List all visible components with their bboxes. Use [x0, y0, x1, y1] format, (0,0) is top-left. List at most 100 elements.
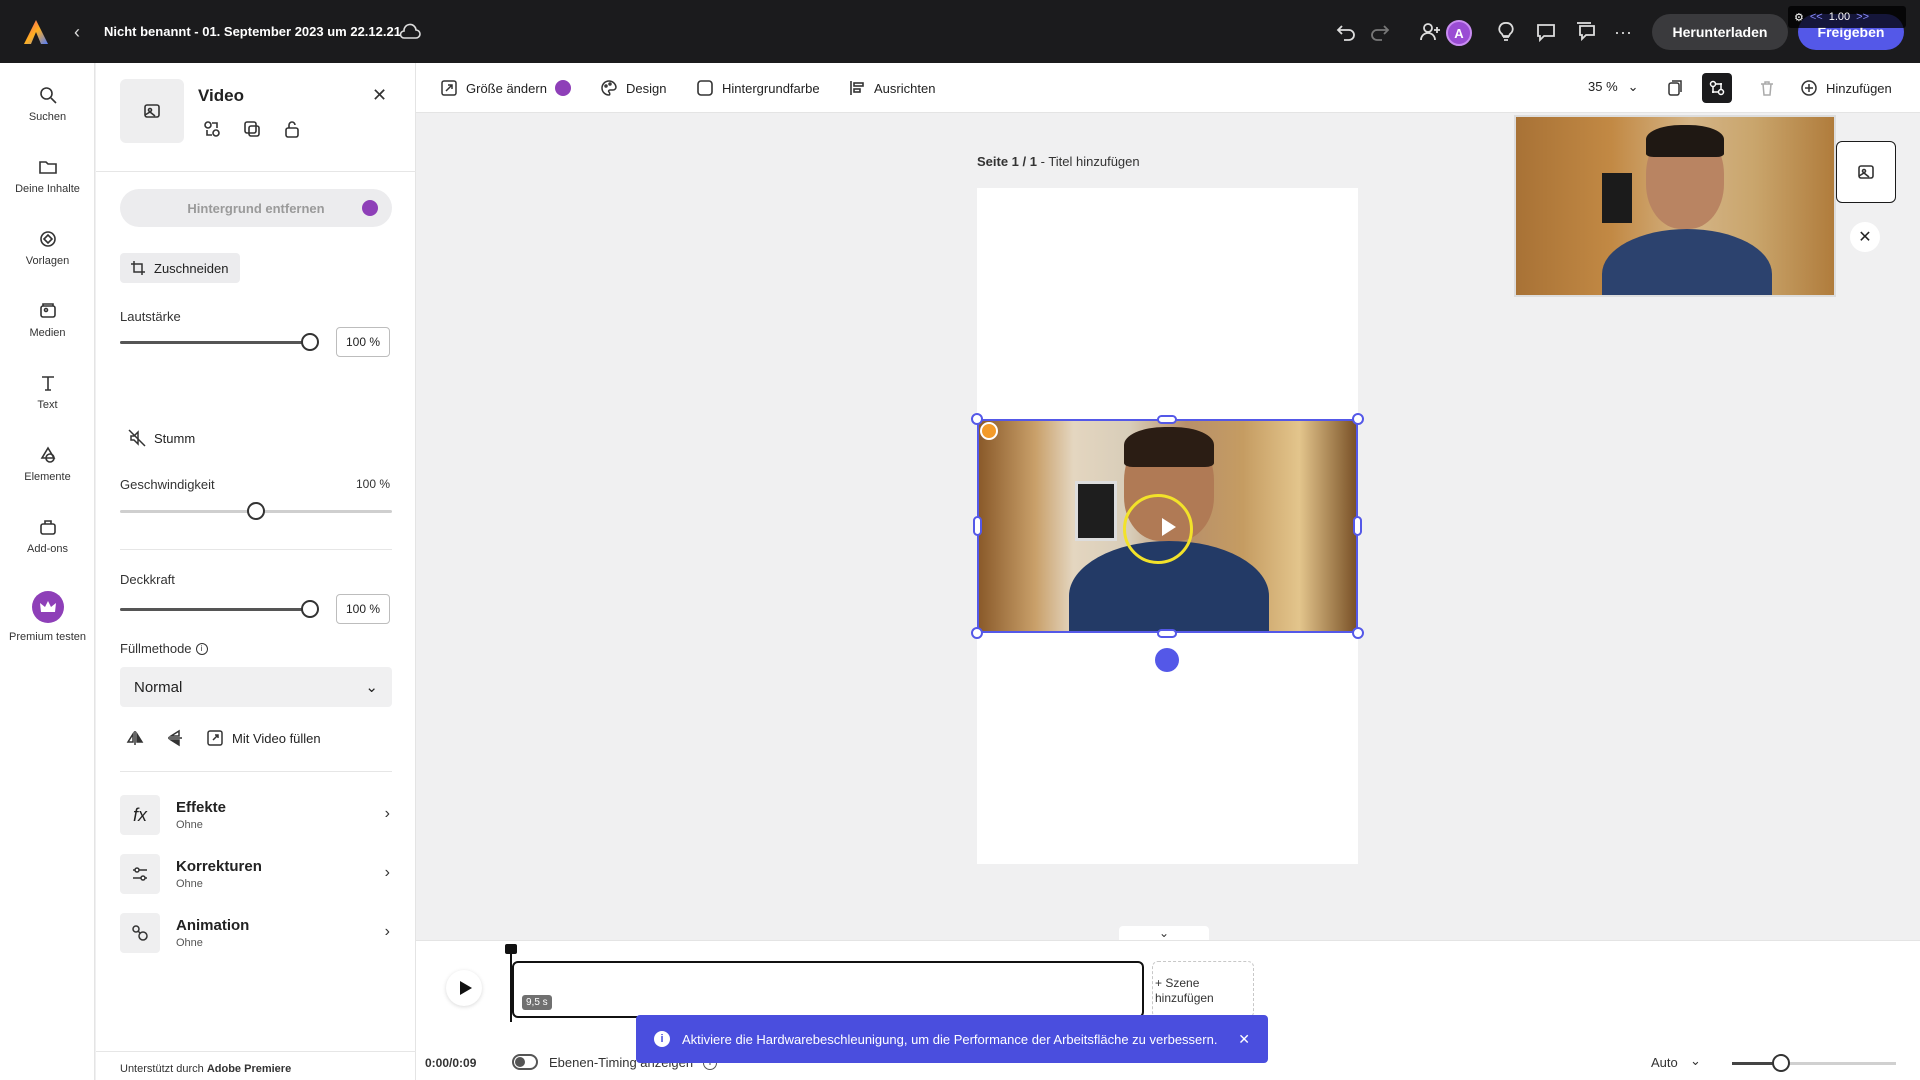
volume-slider[interactable] [120, 333, 319, 351]
avatar[interactable]: A [1446, 20, 1472, 46]
undo-icon[interactable] [1334, 20, 1358, 44]
volume-input[interactable]: 100 % [336, 327, 390, 357]
resize-handle-bottom[interactable] [1157, 629, 1177, 638]
invite-user-icon[interactable] [1418, 20, 1442, 44]
add-button[interactable]: Hinzufügen [1800, 79, 1892, 97]
speed-forward-button[interactable]: >> [1856, 11, 1869, 23]
rail-item-text[interactable]: Text [0, 373, 95, 411]
speed-back-button[interactable]: << [1810, 11, 1823, 23]
design-button[interactable]: Design [600, 79, 666, 97]
back-chevron-icon[interactable]: ‹ [74, 22, 80, 43]
time-readout: 0:00/0:09 [425, 1056, 477, 1070]
duplicate-icon[interactable] [242, 119, 262, 139]
rail-item-premium[interactable]: Premium testen [0, 591, 95, 643]
volume-slider-knob[interactable] [301, 333, 319, 351]
rail-item-media[interactable]: Medien [0, 301, 95, 339]
download-button[interactable]: Herunterladen [1652, 14, 1788, 50]
resize-handle-top-right[interactable] [1352, 413, 1364, 425]
replace-icon[interactable] [202, 119, 222, 139]
resize-handle-right[interactable] [1353, 516, 1362, 536]
fill-with-video-button[interactable]: Mit Video füllen [206, 729, 321, 747]
opacity-input[interactable]: 100 % [336, 594, 390, 624]
clip-duration-badge: 9,5 s [522, 995, 552, 1010]
search-icon [39, 87, 57, 104]
resize-handle-top[interactable] [1157, 415, 1177, 424]
resize-handle-left[interactable] [973, 516, 982, 536]
speed-value: 1.00 [1828, 11, 1851, 23]
trash-icon [1761, 81, 1773, 96]
document-title[interactable]: Nicht benannt - 01. September 2023 um 22… [104, 24, 401, 39]
playback-speed-overlay[interactable]: ⚙ << 1.00 >> [1788, 6, 1906, 28]
flip-horizontal-icon[interactable] [126, 729, 144, 747]
video-properties-panel: Video ✕ Hintergrund entfernen Zuschneide… [96, 63, 416, 1080]
add-title-link[interactable]: Titel hinzufügen [1048, 154, 1139, 169]
close-icon[interactable]: ✕ [1238, 1031, 1250, 1048]
background-color-button[interactable]: Hintergrundfarbe [696, 79, 820, 97]
layer-timing-toggle[interactable] [512, 1054, 538, 1070]
blend-mode-select[interactable]: Normal ⌄ [120, 667, 392, 707]
more-icon[interactable]: ··· [1614, 20, 1638, 44]
adobe-express-logo-icon[interactable] [22, 18, 50, 46]
rail-item-your-content[interactable]: Deine Inhalte [0, 157, 95, 195]
layers-button[interactable] [1702, 73, 1732, 103]
delete-button[interactable] [1752, 73, 1782, 103]
remove-background-button[interactable]: Hintergrund entfernen [120, 189, 392, 227]
opacity-label: Deckkraft [120, 572, 175, 587]
info-icon: i [654, 1031, 670, 1047]
adjustments-section[interactable]: Korrekturen Ohne › [120, 854, 392, 896]
animation-section[interactable]: Animation Ohne › [120, 913, 392, 955]
play-button[interactable] [446, 970, 482, 1006]
comment-icon[interactable] [1534, 20, 1558, 44]
speed-slider[interactable] [120, 502, 392, 520]
animation-badge-icon[interactable] [980, 422, 998, 440]
timeline-zoom-slider[interactable] [1732, 1054, 1896, 1072]
chevron-down-icon[interactable]: ⌄ [1690, 1053, 1701, 1069]
gear-icon[interactable]: ⚙ [1794, 11, 1804, 24]
effects-section[interactable]: fx Effekte Ohne › [120, 795, 392, 837]
page-label[interactable]: Seite 1 / 1 - Titel hinzufügen [977, 154, 1140, 169]
timeline-clip[interactable]: 9,5 s [512, 961, 1144, 1018]
media-side-card[interactable] [1836, 141, 1896, 203]
playhead-handle[interactable] [505, 944, 517, 954]
close-icon[interactable]: ✕ [1850, 222, 1880, 252]
speed-slider-knob[interactable] [247, 502, 265, 520]
flip-vertical-icon[interactable] [166, 729, 184, 747]
info-icon[interactable]: i [195, 642, 208, 655]
resize-button[interactable]: Größe ändern [440, 79, 571, 97]
opacity-slider-knob[interactable] [301, 600, 319, 618]
present-icon[interactable] [1574, 20, 1598, 44]
crop-button[interactable]: Zuschneiden [120, 253, 240, 283]
lock-icon[interactable] [282, 119, 302, 139]
video-frame-detail [1124, 427, 1214, 467]
add-scene-button[interactable]: + Szene hinzufügen [1152, 961, 1254, 1018]
toggle-knob [515, 1057, 525, 1067]
resize-handle-bottom-right[interactable] [1352, 627, 1364, 639]
volume-label: Lautstärke [120, 309, 181, 324]
play-icon[interactable] [1162, 518, 1176, 536]
rail-item-templates[interactable]: Vorlagen [0, 229, 95, 267]
resize-handle-top-left[interactable] [971, 413, 983, 425]
webcam-frame-detail [1602, 229, 1772, 295]
rail-item-search[interactable]: Suchen [0, 85, 95, 123]
close-icon[interactable]: ✕ [372, 85, 387, 106]
zoom-select[interactable]: 35 % ⌄ [1588, 79, 1639, 95]
playhead[interactable] [510, 946, 512, 1022]
pages-button[interactable] [1660, 73, 1690, 103]
webcam-frame-detail [1646, 125, 1724, 157]
rotate-handle[interactable] [1155, 648, 1179, 672]
divider [96, 171, 416, 172]
rail-item-elements[interactable]: Elemente [0, 445, 95, 483]
cloud-sync-icon[interactable] [398, 22, 422, 42]
panel-title: Video [198, 86, 244, 105]
align-left-icon [850, 81, 864, 95]
redo-icon[interactable] [1368, 20, 1392, 44]
lightbulb-icon[interactable] [1494, 20, 1518, 44]
mute-button[interactable]: Stumm [128, 429, 195, 447]
chevron-down-icon: ⌄ [1627, 79, 1639, 94]
align-button[interactable]: Ausrichten [848, 79, 935, 97]
palette-icon [601, 80, 617, 96]
resize-handle-bottom-left[interactable] [971, 627, 983, 639]
rail-item-addons[interactable]: Add-ons [0, 517, 95, 555]
opacity-slider[interactable] [120, 600, 319, 618]
timeline-zoom-mode[interactable]: Auto [1651, 1055, 1678, 1070]
